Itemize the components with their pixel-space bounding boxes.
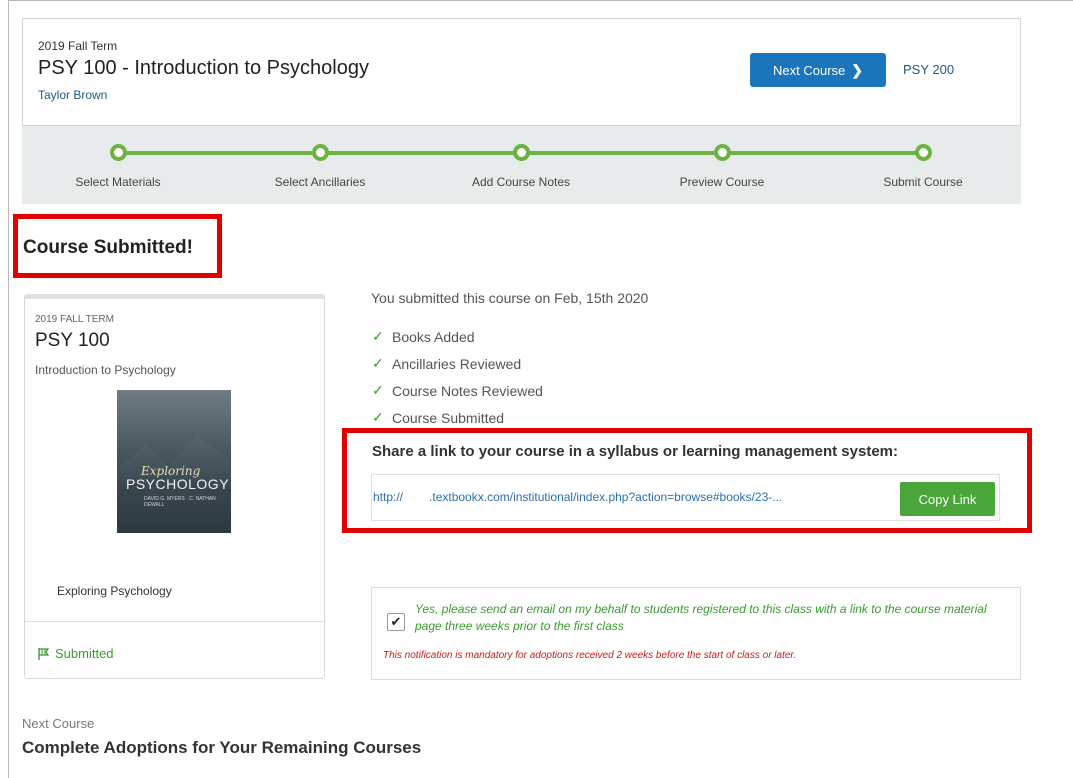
step-complete-icon: [109, 144, 127, 161]
remaining-courses-heading: Complete Adoptions for Your Remaining Co…: [22, 738, 422, 757]
highlight-box: [342, 428, 1032, 533]
chevron-right-icon: ❯: [851, 61, 863, 78]
checklist-item: ✓ Books Added: [372, 323, 543, 350]
step-label: Select Materials: [75, 175, 161, 189]
card-term: 2019 FALL TERM: [35, 314, 114, 325]
instructor-name: Taylor Brown: [38, 88, 108, 102]
progress-stepper: Select Materials Select Ancillaries Add …: [22, 126, 1021, 204]
step-complete-icon: [914, 144, 932, 161]
book-cover-image: Exploring PSYCHOLOGY DAVID G. MYERS · C.…: [117, 390, 231, 533]
card-course-name: Introduction to Psychology: [35, 363, 176, 377]
checklist-item: ✓ Course Notes Reviewed: [372, 377, 543, 404]
checklist-item-label: Books Added: [392, 328, 475, 345]
card-divider: [25, 621, 324, 622]
next-course-button[interactable]: Next Course ❯: [750, 53, 886, 87]
next-course-code[interactable]: PSY 200: [903, 62, 954, 77]
email-notification-text: Yes, please send an email on my behalf t…: [415, 602, 987, 633]
checklist-item-label: Course Submitted: [392, 409, 505, 426]
book-title: Exploring Psychology: [57, 584, 172, 598]
submitted-status: Submitted: [37, 646, 114, 661]
check-icon: ✓: [372, 409, 384, 425]
step-add-course-notes: Add Course Notes: [431, 144, 611, 189]
step-select-ancillaries: Select Ancillaries: [230, 144, 410, 189]
email-notification-checkbox[interactable]: ✔: [387, 613, 405, 631]
email-notification-panel: ✔ Yes, please send an email on my behalf…: [371, 587, 1021, 680]
step-submit-course: Submit Course: [833, 144, 1013, 189]
term-label: 2019 Fall Term: [38, 39, 118, 53]
next-course-label: Next Course: [773, 62, 846, 78]
course-title: PSY 100 - Introduction to Psychology: [38, 57, 369, 79]
checklist-item: ✓ Ancillaries Reviewed: [372, 350, 543, 377]
checklist-item-label: Course Notes Reviewed: [392, 382, 543, 399]
course-header-card: 2019 Fall Term PSY 100 - Introduction to…: [22, 18, 1021, 126]
completion-checklist: ✓ Books Added ✓ Ancillaries Reviewed ✓ Cour…: [372, 323, 543, 431]
notification-warning: This notification is mandatory for adopt…: [383, 650, 797, 661]
book-cover-authors: DAVID G. MYERS · C. NATHAN DEWALL: [144, 496, 216, 508]
checklist-item-label: Ancillaries Reviewed: [392, 355, 522, 372]
card-course-code: PSY 100: [35, 330, 110, 351]
step-label: Select Ancillaries: [274, 175, 366, 189]
flag-icon: [38, 647, 50, 660]
step-label: Preview Course: [679, 175, 765, 189]
step-label: Add Course Notes: [471, 175, 571, 189]
check-icon: ✓: [372, 328, 384, 344]
step-complete-icon: [512, 144, 530, 161]
check-icon: ✓: [372, 355, 384, 371]
step-complete-icon: [713, 144, 731, 161]
step-select-materials: Select Materials: [28, 144, 208, 189]
next-course-label: Next Course: [22, 716, 95, 731]
book-cover-word2: PSYCHOLOGY: [126, 476, 230, 492]
checkmark-icon: ✔: [390, 614, 402, 629]
checklist-item: ✓ Course Submitted: [372, 404, 543, 431]
submitted-date-text: You submitted this course on Feb, 15th 2…: [371, 290, 649, 306]
course-summary-card: 2019 FALL TERM PSY 100 Introduction to P…: [24, 294, 325, 679]
submitted-status-label: Submitted: [55, 646, 114, 661]
step-complete-icon: [311, 144, 329, 161]
step-preview-course: Preview Course: [632, 144, 812, 189]
highlight-box: [13, 214, 222, 278]
check-icon: ✓: [372, 382, 384, 398]
step-label: Submit Course: [883, 175, 963, 189]
